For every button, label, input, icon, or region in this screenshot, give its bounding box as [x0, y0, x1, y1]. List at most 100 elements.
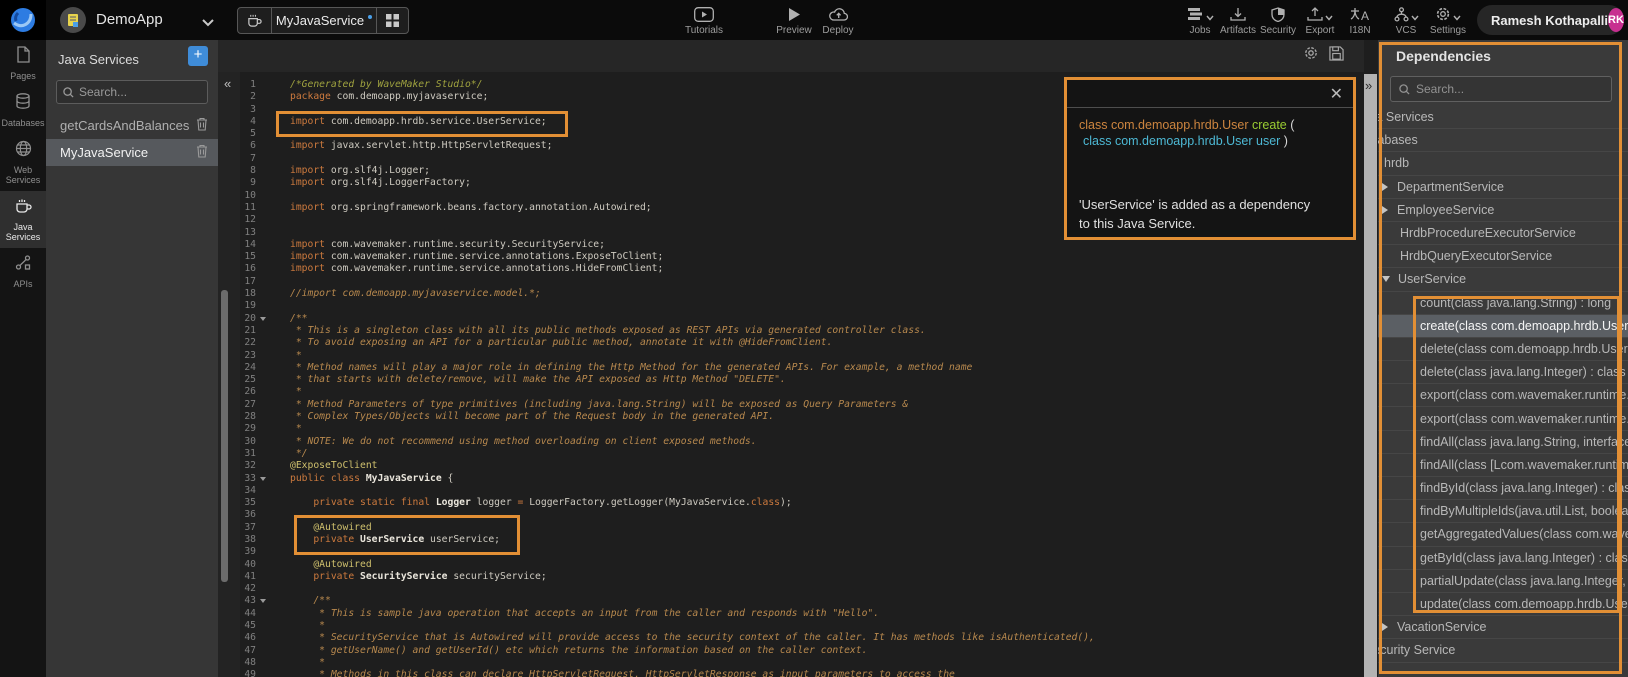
dependencies-tree: Java ServicesDatabaseshrdbDepartmentServ… [1378, 106, 1628, 663]
code-line-36: 36 [240, 509, 1364, 521]
line-number: 36 [240, 509, 256, 521]
chevron-down-icon[interactable] [1382, 276, 1390, 282]
topbar-action-deploy[interactable]: Deploy [806, 5, 870, 36]
dependency-node-delete[interactable]: delete(class com.demoapp.hrdb.User) : vo… [1378, 338, 1628, 361]
fold-icon[interactable] [256, 595, 268, 607]
wavemaker-logo[interactable] [0, 0, 46, 40]
gutter [256, 288, 268, 300]
user-menu[interactable]: Ramesh Kothapalli RK [1477, 5, 1624, 35]
topbar-action-export[interactable]: Export [1298, 5, 1342, 36]
line-number: 39 [240, 546, 256, 558]
dependency-node-export[interactable]: export(class com.wavemaker.runtime.data [1378, 407, 1628, 430]
dependency-node-getaggregatedvalues[interactable]: getAggregatedValues(class com.wavemak [1378, 523, 1628, 546]
dependencies-search[interactable] [1390, 76, 1612, 102]
sidebar-item-pages[interactable]: Pages [0, 40, 46, 87]
save-file-icon[interactable] [1329, 46, 1344, 66]
line-number: 27 [240, 399, 256, 411]
project-icon[interactable] [60, 7, 86, 33]
sidebar-item-databases[interactable]: Databases [0, 87, 46, 134]
wavemaker-logo-icon [10, 7, 36, 33]
dependency-node-export[interactable]: export(class com.wavemaker.runtime.data [1378, 384, 1628, 407]
collapse-panel-icon[interactable]: « [224, 76, 231, 91]
fold-icon[interactable] [256, 313, 268, 325]
gutter [256, 325, 268, 337]
dependency-node-findbyid[interactable]: findById(class java.lang.Integer) : clas… [1378, 477, 1628, 500]
gutter [256, 263, 268, 275]
add-service-button[interactable]: + [188, 46, 208, 66]
gutter [256, 632, 268, 644]
gutter [256, 140, 268, 152]
topbar-action-settings[interactable]: Settings [1426, 5, 1470, 36]
dependency-node-hrdb[interactable]: hrdb [1378, 152, 1628, 175]
chevron-right-icon[interactable] [1382, 183, 1388, 191]
code-line-29: 29 * [240, 423, 1364, 435]
topbar-action-security[interactable]: Security [1256, 5, 1300, 36]
method-signature-line2: class com.demoapp.hrdb.User user ) [1083, 134, 1353, 148]
gutter [256, 300, 268, 312]
editor-settings-gear-icon[interactable] [1303, 45, 1319, 66]
code-line-42: 42 [240, 583, 1364, 595]
open-file-tab[interactable]: MyJavaService [237, 7, 409, 34]
dependency-node-partialupdate[interactable]: partialUpdate(class java.lang.Integer, j… [1378, 570, 1628, 593]
editor-scrollbar[interactable] [221, 290, 228, 582]
dependency-node-create[interactable]: create(class com.demoapp.hrdb.User) : cl… [1378, 315, 1628, 338]
line-number: 33 [240, 473, 256, 485]
dependency-node-employeeservice[interactable]: EmployeeService [1378, 199, 1628, 222]
java-services-panel: Java Services + getCardsAndBalancesMyJav… [46, 40, 218, 677]
gutter [256, 411, 268, 423]
line-number: 21 [240, 325, 256, 337]
service-list-item[interactable]: MyJavaService [46, 139, 218, 166]
services-search-input[interactable] [79, 85, 189, 99]
dependencies-search-input[interactable] [1416, 82, 1586, 96]
app-switcher-chevron-down-icon[interactable] [202, 14, 214, 32]
grid-view-icon[interactable] [376, 8, 408, 33]
dependency-node-databases[interactable]: Databases [1378, 129, 1628, 152]
chevron-down-icon [1453, 8, 1461, 26]
sidebar-item-java-services[interactable]: Java Services [0, 191, 46, 248]
dependency-node-findall[interactable]: findAll(class java.lang.String, interfac… [1378, 431, 1628, 454]
dependency-node-delete[interactable]: delete(class java.lang.Integer) : class … [1378, 361, 1628, 384]
sidebar-item-web-services[interactable]: Web Services [0, 134, 46, 191]
trash-icon[interactable] [196, 144, 218, 161]
code-line-18: 18//import com.demoapp.myjavaservice.mod… [240, 288, 1364, 300]
topbar-action-artifacts[interactable]: Artifacts [1216, 5, 1260, 36]
gutter [256, 645, 268, 657]
services-search[interactable] [56, 80, 208, 104]
dependency-node-hrdbqueryexecutorservice[interactable]: HrdbQueryExecutorService [1378, 245, 1628, 268]
dependency-node-userservice[interactable]: UserService [1378, 268, 1628, 291]
code-line-49: 49 * Methods in this class can declare H… [240, 669, 1364, 677]
gutter [256, 177, 268, 189]
gutter [256, 583, 268, 595]
jobs-icon [1187, 5, 1214, 23]
line-number: 25 [240, 374, 256, 386]
dependency-node-getbyid[interactable]: getById(class java.lang.Integer) : class… [1378, 547, 1628, 570]
line-number: 29 [240, 423, 256, 435]
dependency-node-findbymultipleids[interactable]: findByMultipleIds(java.util.List, boolea… [1378, 500, 1628, 523]
dependency-node-vacationservice[interactable]: VacationService [1378, 616, 1628, 639]
dependency-node-update[interactable]: update(class com.demoapp.hrdb.User) : cl… [1378, 593, 1628, 616]
expand-panel-icon[interactable]: » [1365, 78, 1372, 93]
chevron-right-icon[interactable] [1382, 623, 1388, 631]
close-icon[interactable]: ✕ [1330, 84, 1343, 104]
dependency-node-count[interactable]: count(class java.lang.String) : long [1378, 292, 1628, 315]
trash-icon[interactable] [196, 117, 218, 134]
sidebar-item-apis[interactable]: APIs [0, 248, 46, 295]
dependency-node-departmentservice[interactable]: DepartmentService [1378, 176, 1628, 199]
dependency-node-findall[interactable]: findAll(class [Lcom.wavemaker.runtime.da [1378, 454, 1628, 477]
topbar-action-i18n[interactable]: AI18N [1338, 5, 1382, 36]
dependency-node-java-services[interactable]: Java Services [1378, 106, 1628, 129]
popup-header: ✕ [1067, 80, 1353, 108]
dependency-node-hrdbprocedureexecutorservice[interactable]: HrdbProcedureExecutorService [1378, 222, 1628, 245]
chevron-right-icon[interactable] [1382, 206, 1388, 214]
service-list-item[interactable]: getCardsAndBalances [46, 112, 218, 139]
topbar-action-vcs[interactable]: VCS [1384, 5, 1428, 36]
line-number: 10 [240, 190, 256, 202]
dependency-node-security-service[interactable]: Security Service [1378, 639, 1628, 662]
topbar-action-tutorials[interactable]: Tutorials [672, 5, 736, 36]
dependencies-scrollbar[interactable] [1364, 74, 1377, 677]
line-number: 20 [240, 313, 256, 325]
line-number: 3 [240, 104, 256, 116]
fold-icon[interactable] [256, 473, 268, 485]
gutter [256, 251, 268, 263]
gutter [256, 485, 268, 497]
